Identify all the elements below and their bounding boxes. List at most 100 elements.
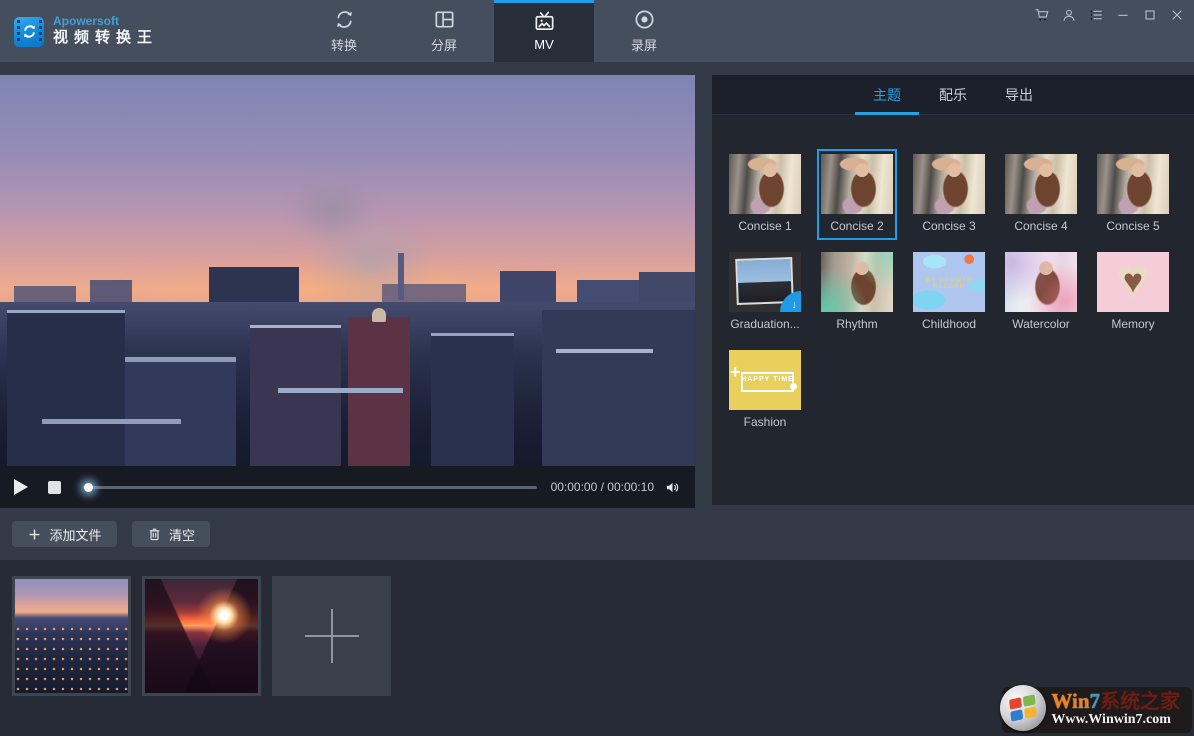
theme-item-graduation[interactable]: ↓ Graduation... [725,247,805,338]
theme-thumbnail[interactable]: MY GROWTH RECORD [913,252,985,312]
menu-button[interactable] [1087,6,1105,24]
theme-panel: 主题 配乐 导出 Concise 1 Concise 2 Concise 3 C… [712,75,1194,505]
theme-thumbnail[interactable] [1097,252,1169,312]
theme-item-concise-5[interactable]: Concise 5 [1093,149,1173,240]
theme-label: Memory [1097,317,1169,332]
theme-thumbnail[interactable] [1097,154,1169,214]
add-clip-placeholder[interactable] [272,576,391,696]
theme-label: Concise 4 [1005,219,1077,234]
childhood-caption: MY GROWTH RECORD [913,278,985,290]
theme-item-childhood[interactable]: MY GROWTH RECORD Childhood [909,247,989,338]
theme-thumbnail[interactable] [729,154,801,214]
trash-icon [147,527,162,542]
panel-tab-theme[interactable]: 主题 [854,75,920,114]
nav-tab-label: 录屏 [631,35,657,54]
theme-thumbnail[interactable]: HAPPY TIME [729,350,801,410]
nav-tab-mv[interactable]: MV [494,0,594,62]
cart-icon [1034,7,1050,23]
player-controls: 00:00:00 / 00:00:10 [0,466,695,508]
menu-list-icon [1088,7,1104,23]
nav-tab-convert[interactable]: 转换 [294,0,394,62]
theme-label: Concise 5 [1097,219,1169,234]
nav-tab-label: 分屏 [431,35,457,54]
brand-company: Apowersoft [53,15,158,28]
winwin7-watermark: Win7系统之家 Www.Winwin7.com [1002,687,1192,733]
theme-item-rhythm[interactable]: Rhythm [817,247,897,338]
volume-button[interactable] [664,479,681,496]
theme-item-concise-4[interactable]: Concise 4 [1001,149,1081,240]
clear-label: 清空 [169,525,195,544]
clip-city-sunset[interactable] [12,576,131,696]
watermark-url: Www.Winwin7.com [1051,713,1180,728]
theme-label: Concise 1 [729,219,801,234]
windows-logo-icon [1000,685,1046,731]
theme-thumbnail[interactable] [821,154,893,214]
brand: Apowersoft 视频转换王 [14,15,158,48]
close-icon [1169,7,1185,23]
theme-label: Rhythm [821,317,893,332]
watermark-site-name: Win7系统之家 [1051,690,1180,713]
theme-label: Childhood [913,317,985,332]
download-badge: ↓ [780,291,801,312]
account-button[interactable] [1060,6,1078,24]
clip-mountain-sunset[interactable] [142,576,261,696]
theme-grid: Concise 1 Concise 2 Concise 3 Concise 4 … [712,115,1194,443]
user-icon [1061,7,1077,23]
theme-thumbnail[interactable]: ↓ [729,252,801,312]
app-window: Apowersoft 视频转换王 转换 分屏 [0,0,1194,736]
theme-item-memory[interactable]: Memory [1093,247,1173,338]
plus-icon [27,527,42,542]
maximize-button[interactable] [1141,6,1159,24]
close-button[interactable] [1168,6,1186,24]
theme-item-concise-3[interactable]: Concise 3 [909,149,989,240]
theme-thumbnail[interactable] [1005,154,1077,214]
theme-label: Concise 2 [821,219,893,234]
theme-item-concise-1[interactable]: Concise 1 [725,149,805,240]
seek-bar[interactable] [83,486,537,489]
panel-tab-music[interactable]: 配乐 [920,75,986,114]
theme-item-concise-2[interactable]: Concise 2 [817,149,897,240]
seek-knob[interactable] [84,483,93,492]
theme-label: Watercolor [1005,317,1077,332]
download-arrow-icon: ↓ [792,299,798,311]
stop-button[interactable] [48,481,61,494]
theme-item-watercolor[interactable]: Watercolor [1001,247,1081,338]
add-files-label: 添加文件 [49,525,101,544]
record-icon [633,8,656,31]
brand-product-name: 视频转换王 [53,28,158,48]
theme-thumbnail[interactable] [821,252,893,312]
time-display: 00:00:00 / 00:00:10 [551,480,654,494]
app-logo-icon [14,17,44,47]
nav-tab-label: MV [534,37,554,52]
panel-tab-bar: 主题 配乐 导出 [712,75,1194,115]
theme-item-fashion[interactable]: HAPPY TIME Fashion [725,345,805,436]
clear-button[interactable]: 清空 [132,521,210,547]
convert-icon [333,8,356,31]
nav-tab-split-screen[interactable]: 分屏 [394,0,494,62]
title-bar: Apowersoft 视频转换王 转换 分屏 [0,0,1194,62]
theme-thumbnail[interactable] [1005,252,1077,312]
video-player: 00:00:00 / 00:00:10 [0,75,695,508]
play-button[interactable] [14,479,28,495]
main-nav: 转换 分屏 MV [294,0,694,62]
panel-tab-export[interactable]: 导出 [986,75,1052,114]
window-controls [1033,6,1186,24]
minimize-button[interactable] [1114,6,1132,24]
clip-list [0,560,1194,696]
tv-icon [533,10,556,33]
fashion-caption: HAPPY TIME [741,376,794,383]
minimize-icon [1115,7,1131,23]
add-files-button[interactable]: 添加文件 [12,521,117,547]
theme-label: Graduation... [729,317,801,332]
volume-icon [664,479,681,496]
theme-thumbnail[interactable] [913,154,985,214]
theme-label: Fashion [729,415,801,430]
cart-button[interactable] [1033,6,1051,24]
nav-tab-screen-record[interactable]: 录屏 [594,0,694,62]
video-preview[interactable] [0,75,695,466]
brand-text: Apowersoft 视频转换王 [53,15,158,48]
maximize-icon [1142,7,1158,23]
theme-label: Concise 3 [913,219,985,234]
nav-tab-label: 转换 [331,35,357,54]
split-screen-icon [433,8,456,31]
